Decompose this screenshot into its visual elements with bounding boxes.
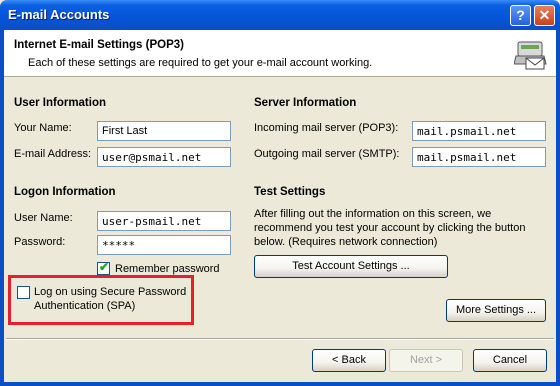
checkmark-icon: ✔ <box>99 260 110 274</box>
header-subtitle: Each of these settings are required to g… <box>28 57 373 69</box>
test-description-line3: below. (Requires network connection) <box>254 236 438 248</box>
test-account-settings-button[interactable]: Test Account Settings ... <box>254 255 448 278</box>
cancel-button[interactable]: Cancel <box>473 349 547 372</box>
more-settings-button[interactable]: More Settings ... <box>446 299 546 322</box>
dialog-header: Internet E-mail Settings (POP3) Each of … <box>4 30 556 77</box>
your-name-field[interactable]: First Last <box>97 121 231 141</box>
password-field[interactable]: ***** <box>97 235 231 255</box>
spa-highlight-box <box>8 275 194 325</box>
user-info-heading: User Information <box>14 97 107 109</box>
title-bar[interactable]: E-mail Accounts ? ✕ <box>0 0 560 30</box>
test-description-line1: After filling out the information on thi… <box>254 208 492 220</box>
user-name-label: User Name: <box>14 212 73 224</box>
password-label: Password: <box>14 236 66 248</box>
header-title: Internet E-mail Settings (POP3) <box>14 39 184 51</box>
logon-info-heading: Logon Information <box>14 186 116 198</box>
back-button[interactable]: < Back <box>312 349 386 372</box>
test-settings-heading: Test Settings <box>254 186 326 198</box>
incoming-server-field[interactable]: mail.psmail.net <box>412 121 546 141</box>
close-button[interactable]: ✕ <box>534 5 555 26</box>
window-title: E-mail Accounts <box>8 7 110 22</box>
email-address-field[interactable]: user@psmail.net <box>97 147 231 167</box>
server-info-heading: Server Information <box>254 97 357 109</box>
next-button[interactable]: Next > <box>389 349 463 372</box>
your-name-label: Your Name: <box>14 122 72 134</box>
footer-divider <box>6 338 554 340</box>
email-accounts-dialog: E-mail Accounts ? ✕ Internet E-mail Sett… <box>0 0 560 386</box>
remember-password-label: Remember password <box>115 263 220 275</box>
outgoing-server-field[interactable]: mail.psmail.net <box>412 147 546 167</box>
remember-password-checkbox[interactable]: ✔ <box>97 260 110 275</box>
user-name-field[interactable]: user-psmail.net <box>97 211 231 231</box>
outgoing-server-label: Outgoing mail server (SMTP): <box>254 148 400 160</box>
incoming-server-label: Incoming mail server (POP3): <box>254 122 399 134</box>
test-description-line2: recommend you test your account by click… <box>254 222 526 234</box>
mail-server-icon <box>514 41 547 70</box>
help-button[interactable]: ? <box>510 5 531 26</box>
email-address-label: E-mail Address: <box>14 148 92 160</box>
